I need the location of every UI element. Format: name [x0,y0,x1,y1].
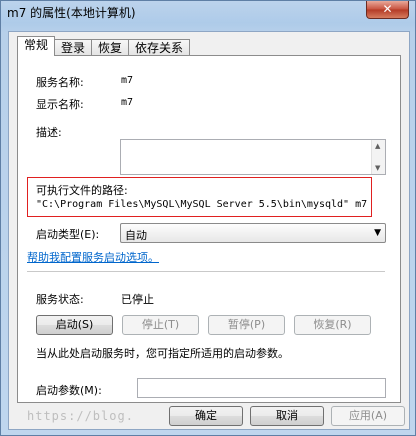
description-label: 描述: [36,126,62,139]
service-name-value[interactable]: m7 [121,75,133,86]
ok-button[interactable]: 确定 [169,406,243,426]
dialog-client: 常规 登录 恢复 依存关系 服务名称: m7 显示名称: m7 描述: ▲ ▼ … [8,31,410,430]
watermark-text: https://blog. [27,409,134,423]
tab-logon[interactable]: 登录 [54,39,93,56]
description-field[interactable]: ▲ ▼ [120,139,386,175]
chevron-down-icon: ▼ [374,228,381,238]
display-name-label: 显示名称: [36,98,84,111]
exe-path-highlight: 可执行文件的路径: "C:\Program Files\MySQL\MySQL … [27,177,372,217]
description-scrollbar[interactable]: ▲ ▼ [371,140,385,174]
startup-type-label: 启动类型(E): [36,228,100,241]
scroll-up-icon[interactable]: ▲ [375,142,380,150]
startup-params-label: 启动参数(M): [36,384,102,397]
tab-recovery[interactable]: 恢复 [91,39,130,56]
service-name-label: 服务名称: [36,76,84,89]
tab-strip: 常规 登录 恢复 依存关系 [17,36,191,56]
pause-button[interactable]: 暂停(P) [208,315,285,335]
window-title: m7 的属性(本地计算机) [7,6,136,20]
startup-params-hint: 当从此处启动服务时，您可指定所适用的启动参数。 [36,347,289,360]
stop-button[interactable]: 停止(T) [122,315,199,335]
tab-dependencies[interactable]: 依存关系 [128,39,191,56]
resume-button[interactable]: 恢复(R) [294,315,371,335]
service-status-label: 服务状态: [36,293,84,306]
start-button[interactable]: 启动(S) [36,315,113,335]
cancel-button[interactable]: 取消 [250,406,324,426]
startup-type-select[interactable]: 自动 ▼ [120,223,386,243]
close-icon: ✕ [382,2,393,16]
tab-general[interactable]: 常规 [17,36,56,56]
properties-window: m7 的属性(本地计算机) ✕ 常规 登录 恢复 依存关系 服务名称: m7 显… [0,0,416,436]
display-name-value[interactable]: m7 [121,97,133,108]
help-configure-link[interactable]: 帮助我配置服务启动选项。 [27,249,159,265]
service-status-value: 已停止 [121,293,154,306]
general-panel: 服务名称: m7 显示名称: m7 描述: ▲ ▼ 可执行文件的路径: "C:\… [17,55,401,403]
exe-path-value[interactable]: "C:\Program Files\MySQL\MySQL Server 5.5… [36,199,367,210]
title-bar: m7 的属性(本地计算机) ✕ [1,1,415,23]
exe-path-label: 可执行文件的路径: [36,184,128,197]
startup-type-value: 自动 [125,229,147,242]
apply-button[interactable]: 应用(A) [331,406,405,426]
startup-params-input[interactable] [137,378,386,398]
scroll-down-icon[interactable]: ▼ [375,164,380,172]
close-button[interactable]: ✕ [366,1,409,19]
divider [27,271,385,272]
